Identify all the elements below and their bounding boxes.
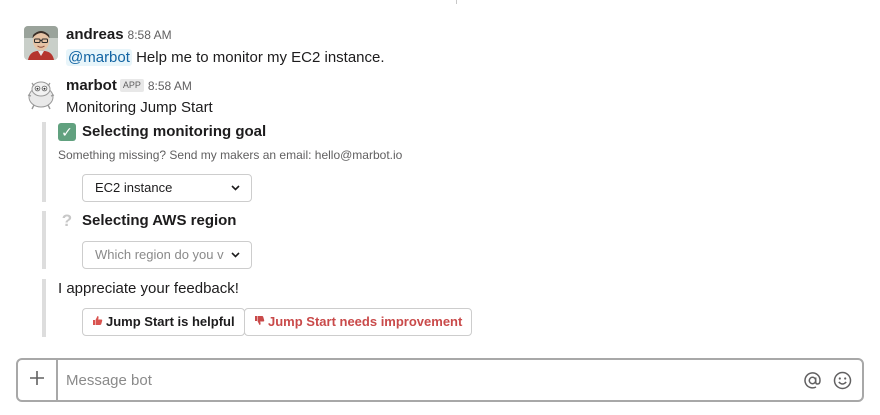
message-timestamp[interactable]: 8:58 AM — [148, 79, 192, 93]
avatar-marbot[interactable] — [24, 77, 58, 111]
add-attachment-button[interactable] — [18, 360, 58, 400]
message-composer — [16, 358, 864, 402]
button-label: Jump Start needs improvement — [268, 314, 463, 329]
chevron-down-icon — [231, 175, 240, 201]
mention-marbot[interactable]: @marbot — [66, 49, 132, 66]
feedback-prompt: I appreciate your feedback! — [58, 280, 239, 297]
attachment-title: ✓ Selecting monitoring goal — [58, 122, 402, 142]
thumbs-down-icon — [254, 310, 265, 336]
message-body: Help me to monitor my EC2 instance. — [136, 49, 385, 66]
message-body: Monitoring Jump Start — [66, 99, 213, 116]
app-badge: APP — [119, 79, 144, 92]
check-mark-icon: ✓ — [58, 123, 76, 141]
attachment-title-text: Selecting AWS region — [82, 212, 237, 229]
scroll-indicator — [456, 0, 457, 4]
avatar-andreas[interactable] — [24, 26, 58, 60]
emoji-icon[interactable] — [832, 370, 852, 390]
monitoring-goal-select[interactable]: EC2 instance — [82, 174, 252, 202]
author-name[interactable]: marbot — [66, 77, 117, 94]
chevron-down-icon — [231, 242, 240, 268]
jump-start-helpful-button[interactable]: Jump Start is helpful — [82, 308, 245, 336]
select-value: EC2 instance — [95, 180, 173, 195]
message-input[interactable] — [66, 360, 766, 400]
attachment-subtitle: Something missing? Send my makers an ema… — [58, 148, 403, 162]
attachment-title-text: Selecting monitoring goal — [82, 123, 267, 140]
attachment-title: ? Selecting AWS region — [58, 211, 237, 231]
message-timestamp[interactable]: 8:58 AM — [128, 28, 172, 42]
aws-region-select[interactable]: Which region do you v — [82, 241, 252, 269]
message-text: @marbot Help me to monitor my EC2 instan… — [66, 47, 826, 69]
jump-start-needs-improvement-button[interactable]: Jump Start needs improvement — [244, 308, 473, 336]
button-label: Jump Start is helpful — [106, 314, 235, 329]
question-mark-icon: ? — [61, 211, 73, 230]
author-name[interactable]: andreas — [66, 26, 124, 43]
select-placeholder: Which region do you v — [95, 247, 224, 262]
at-mention-icon[interactable] — [802, 370, 822, 390]
plus-icon — [29, 370, 45, 391]
thumbs-up-icon — [92, 310, 103, 336]
